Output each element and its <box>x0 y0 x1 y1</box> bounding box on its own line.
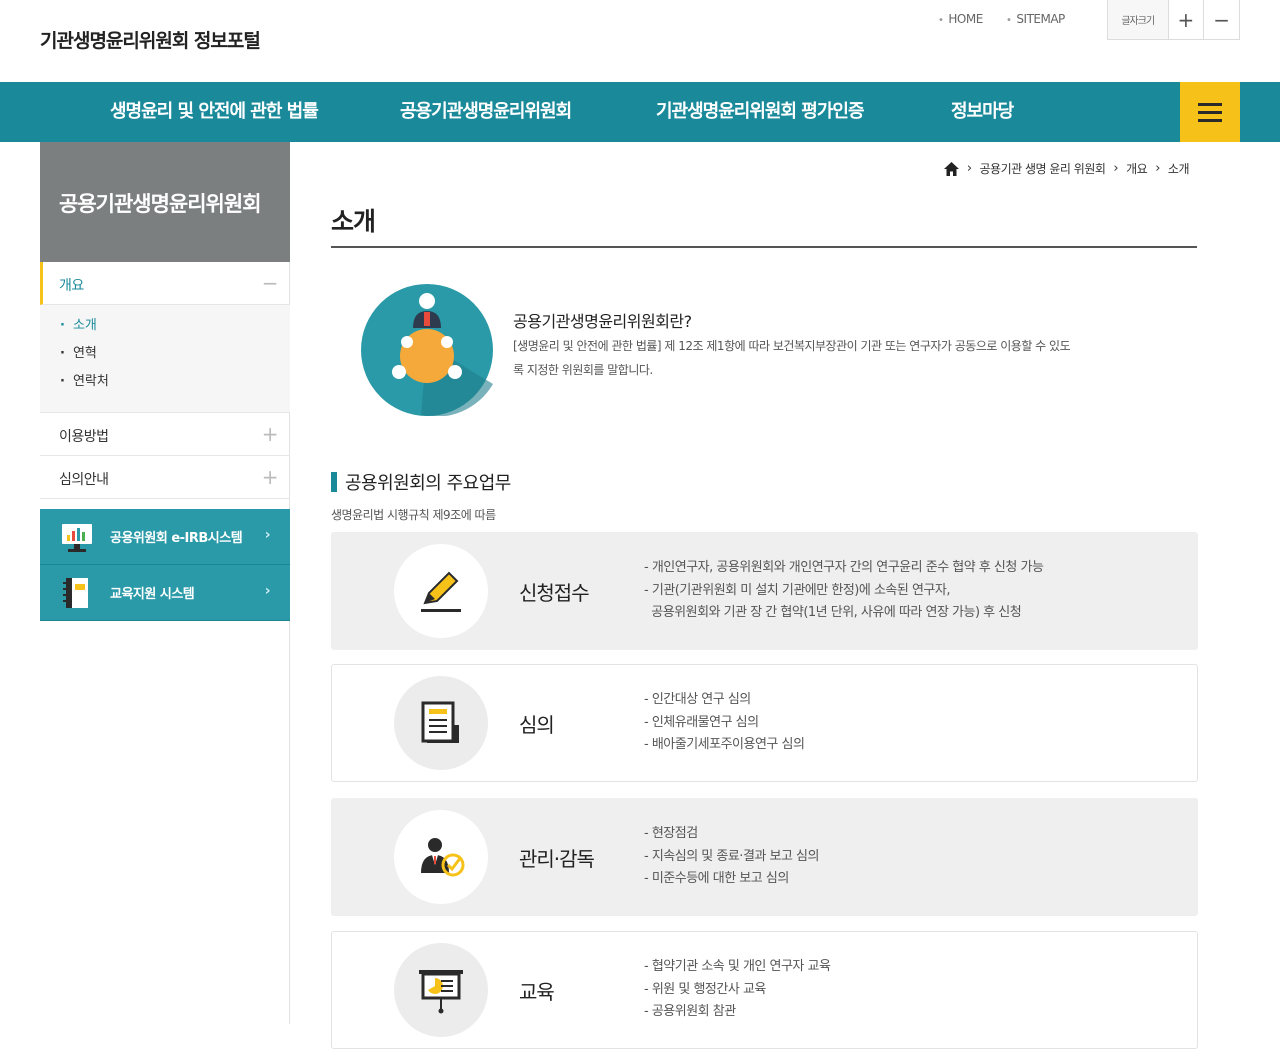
system-label: 교육지원 시스템 <box>110 587 195 602</box>
duty-list: - 인간대상 연구 심의 - 인체유래물연구 심의 - 배아줄기세포주이용연구 … <box>644 689 805 757</box>
presentation-board-icon <box>419 970 463 1014</box>
duty-item: 공용위원회와 기관 장 간 협약(1년 단위, 사유에 따라 연장 가능) 후 … <box>644 605 1022 620</box>
sidebar-submenu: 소개 연혁 연락처 <box>40 305 290 413</box>
site-title[interactable]: 기관생명윤리위원회 정보포털 <box>40 26 261 53</box>
collapse-icon[interactable]: − <box>262 273 279 293</box>
meeting-table-icon <box>361 284 493 416</box>
chevron-right-icon: › <box>966 161 972 176</box>
chevron-right-icon: › <box>264 527 271 543</box>
sidebar-subitem-history[interactable]: 연혁 <box>60 343 290 371</box>
pencil-icon <box>421 571 461 612</box>
duty-card-application: 신청접수 - 개인연구자, 공용위원회와 개인연구자 간의 연구윤리 준수 협약… <box>331 532 1198 650</box>
duty-item: - 인간대상 연구 심의 <box>644 692 751 707</box>
supervisor-check-icon <box>421 838 465 877</box>
duty-card-review: 심의 - 인간대상 연구 심의 - 인체유래물연구 심의 - 배아줄기세포주이용… <box>331 664 1198 782</box>
duty-card-supervision: 관리·감독 - 현장점검 - 지속심의 및 종료·결과 보고 심의 - 미준수등… <box>331 798 1198 916</box>
sidebar-item-label: 개요 <box>59 278 84 294</box>
duty-item: - 인체유래물연구 심의 <box>644 714 759 730</box>
gnb-item-public-irb[interactable]: 공용기관생명윤리위원회 <box>400 82 572 142</box>
duty-title: 심의 <box>519 713 555 737</box>
gnb-item-law[interactable]: 생명윤리 및 안전에 관한 법률 <box>110 82 319 142</box>
duty-item: - 미준수등에 대한 보고 심의 <box>644 871 789 886</box>
duty-list: - 현장점검 - 지속심의 및 종료·결과 보고 심의 - 미준수등에 대한 보… <box>644 823 819 891</box>
sidebar-title: 공용기관생명윤리위원회 <box>40 142 290 262</box>
sidebar-item-usage[interactable]: 이용방법 + <box>40 413 290 456</box>
hamburger-icon <box>1198 102 1222 106</box>
sidebar-item-review-guide[interactable]: 심의안내 + <box>40 456 290 499</box>
sidebar-item-label: 심의안내 <box>59 472 109 488</box>
font-size-control: 글자크기 + − <box>1107 0 1240 40</box>
duty-list: - 개인연구자, 공용위원회와 개인연구자 간의 연구윤리 준수 협약 후 신청… <box>644 557 1044 625</box>
intro-text: [생명윤리 및 안전에 관한 법률] 제 12조 제1항에 따라 보건복지부장관… <box>513 339 1071 377</box>
breadcrumb-item[interactable]: 개요 <box>1126 160 1148 177</box>
eirb-system-button[interactable]: 공용위원회 e-IRB시스템 › <box>40 509 290 565</box>
chevron-right-icon: › <box>1113 161 1119 176</box>
font-size-label: 글자크기 <box>1121 16 1155 27</box>
duty-title: 신청접수 <box>519 581 590 605</box>
home-icon[interactable] <box>943 161 959 176</box>
font-size-increase-button[interactable]: + <box>1167 0 1204 39</box>
sidebar: 공용기관생명윤리위원회 개요 − 소개 연혁 연락처 이용방법 + 심의안내 +… <box>40 142 290 1024</box>
duty-title: 교육 <box>519 980 555 1004</box>
section-title: 공용위원회의 주요업무 <box>331 469 511 495</box>
sidebar-item-overview[interactable]: 개요 − <box>40 262 290 305</box>
bar-chart-monitor-icon <box>62 524 92 552</box>
duty-item: - 현장점검 <box>644 826 698 841</box>
sidebar-subitem-intro[interactable]: 소개 <box>60 315 290 343</box>
duty-item: - 개인연구자, 공용위원회와 개인연구자 간의 연구윤리 준수 협약 후 신청… <box>644 560 1044 575</box>
title-divider <box>331 246 1197 248</box>
system-label: 공용위원회 e-IRB시스템 <box>110 531 243 546</box>
main-navigation: 생명윤리 및 안전에 관한 법률 공용기관생명윤리위원회 기관생명윤리위원회 평… <box>0 82 1280 142</box>
breadcrumb-item[interactable]: 공용기관 생명 윤리 위원회 <box>980 160 1106 177</box>
duty-item: - 기관(기관위원회 미 설치 기관에만 한정)에 소속된 연구자, <box>644 582 950 598</box>
site-header: 기관생명윤리위원회 정보포털 HOME SITEMAP 글자크기 + − <box>0 0 1280 82</box>
font-size-decrease-button[interactable]: − <box>1203 0 1239 39</box>
sitemap-link[interactable]: SITEMAP <box>1006 12 1065 26</box>
duty-item: - 지속심의 및 종료·결과 보고 심의 <box>644 848 819 864</box>
chevron-right-icon: › <box>1155 161 1160 176</box>
document-icon <box>421 701 459 743</box>
sidebar-item-label: 이용방법 <box>59 429 109 445</box>
all-menu-button[interactable] <box>1180 82 1240 142</box>
duty-list: - 협약기관 소속 및 개인 연구자 교육 - 위원 및 행정간사 교육 - 공… <box>644 956 831 1024</box>
duty-card-education: 교육 - 협약기관 소속 및 개인 연구자 교육 - 위원 및 행정간사 교육 … <box>331 931 1198 1049</box>
sidebar-subitem-contact[interactable]: 연락처 <box>60 371 290 399</box>
expand-icon[interactable]: + <box>262 424 279 444</box>
duty-item: - 공용위원회 참관 <box>644 1004 736 1019</box>
gnb-item-info[interactable]: 정보마당 <box>951 82 1014 142</box>
intro-heading: 공용기관생명윤리위원회란? <box>513 312 692 331</box>
section-subtitle: 생명윤리법 시행규칙 제9조에 따름 <box>331 508 496 522</box>
chevron-right-icon: › <box>264 583 271 599</box>
education-system-button[interactable]: 교육지원 시스템 › <box>40 565 290 621</box>
duty-item: - 위원 및 행정간사 교육 <box>644 981 766 997</box>
breadcrumb-item-current: 소개 <box>1167 162 1190 176</box>
duty-title: 관리·감독 <box>519 847 595 871</box>
main-content: › 공용기관 생명 윤리 위원회 › 개요 › 소개 소개 공용기관생명윤리위원… <box>291 142 1237 1049</box>
breadcrumb: › 공용기관 생명 윤리 위원회 › 개요 › 소개 <box>943 160 1190 177</box>
page-title: 소개 <box>331 207 376 236</box>
duty-item: - 협약기관 소속 및 개인 연구자 교육 <box>644 959 831 974</box>
notebook-icon <box>63 578 88 608</box>
home-link[interactable]: HOME <box>938 12 983 26</box>
duty-item: - 배아줄기세포주이용연구 심의 <box>644 737 805 752</box>
gnb-item-accreditation[interactable]: 기관생명윤리위원회 평가인증 <box>656 82 865 142</box>
expand-icon[interactable]: + <box>262 467 279 487</box>
